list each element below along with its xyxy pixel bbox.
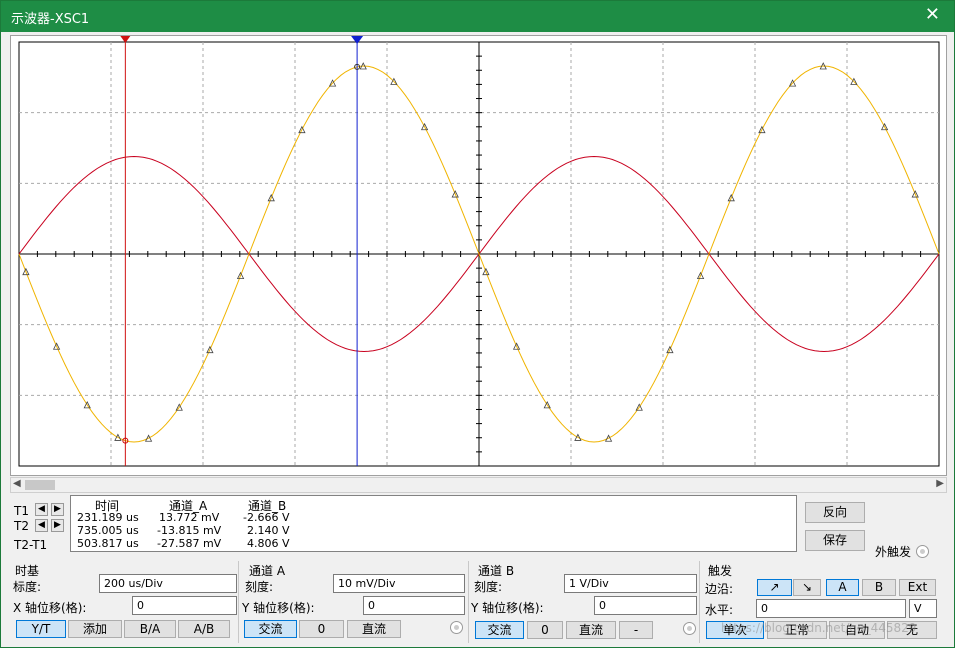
x-position-field[interactable]: 0 xyxy=(132,596,237,615)
cursor-t1-label: T1 xyxy=(14,504,29,518)
trigger-single-button[interactable]: 单次 xyxy=(706,621,764,639)
mode-yt-button[interactable]: Y/T xyxy=(16,620,66,638)
diff-time: 503.817 us xyxy=(77,537,139,550)
channel-a-title: 通道 A xyxy=(249,564,286,578)
mode-ab-button[interactable]: A/B xyxy=(178,620,230,638)
trigger-source-b-button[interactable]: B xyxy=(862,579,896,596)
falling-edge-icon[interactable]: ↘ xyxy=(793,579,821,596)
horizontal-scrollbar[interactable]: ◀ ▶ xyxy=(10,477,947,493)
divider xyxy=(468,561,469,643)
reverse-button[interactable]: 反向 xyxy=(805,502,865,523)
trigger-normal-button[interactable]: 正常 xyxy=(767,621,827,639)
trigger-level-label: 水平: xyxy=(705,603,734,617)
close-icon[interactable]: ✕ xyxy=(925,5,940,25)
channel-b-ypos-field[interactable]: 0 xyxy=(594,596,697,615)
t2-time: 735.005 us xyxy=(77,524,139,537)
channel-b-minus-button[interactable]: - xyxy=(619,621,653,639)
timebase-scale-field[interactable]: 200 us/Div xyxy=(99,574,237,593)
diff-channel-a: -27.587 mV xyxy=(157,537,222,550)
scroll-right-icon[interactable]: ▶ xyxy=(936,478,944,489)
channel-a-radio[interactable] xyxy=(450,621,463,634)
trigger-source-a-button[interactable]: A xyxy=(826,579,859,596)
channel-a-ypos-label: Y 轴位移(格): xyxy=(242,601,315,615)
t1-right-arrow-icon[interactable]: ▶ xyxy=(51,503,64,516)
trigger-level-unit[interactable]: V xyxy=(909,599,937,618)
mode-add-button[interactable]: 添加 xyxy=(68,620,122,638)
ext-trigger-label: 外触发 xyxy=(875,545,912,559)
oscilloscope-window: 示波器-XSC1 ✕ ◀ ▶ T1 T2 T2-T1 ◀ ▶ ◀ ▶ 时间 通道… xyxy=(0,0,955,648)
t1-left-arrow-icon[interactable]: ◀ xyxy=(35,503,48,516)
channel-b-zero-button[interactable]: 0 xyxy=(527,621,563,639)
t2-channel-b: 2.140 V xyxy=(247,524,290,537)
measurement-table: 时间 通道_A 通道_B 231.189 us 13.772 mV -2.666… xyxy=(70,495,797,552)
x-position-label: X 轴位移(格): xyxy=(13,601,87,615)
t2-left-arrow-icon[interactable]: ◀ xyxy=(35,519,48,532)
channel-b-ac-button[interactable]: 交流 xyxy=(475,621,524,639)
timebase-scale-label: 标度: xyxy=(13,580,42,594)
t1-channel-b: -2.666 V xyxy=(243,511,290,524)
channel-b-dc-button[interactable]: 直流 xyxy=(566,621,616,639)
window-title: 示波器-XSC1 xyxy=(11,12,90,27)
channel-b-scale-field[interactable]: 1 V/Div xyxy=(564,574,697,593)
t1-channel-a: 13.772 mV xyxy=(159,511,220,524)
diff-channel-b: 4.806 V xyxy=(247,537,290,550)
channel-b-title: 通道 B xyxy=(478,564,515,578)
channel-b-scale-label: 刻度: xyxy=(474,580,503,594)
divider xyxy=(238,561,239,643)
waveform-display xyxy=(18,36,940,467)
cursor-diff-label: T2-T1 xyxy=(14,538,48,552)
save-button[interactable]: 保存 xyxy=(805,530,865,551)
trigger-edge-label: 边沿: xyxy=(705,582,734,596)
rising-edge-icon[interactable]: ↗ xyxy=(757,579,792,596)
channel-a-ac-button[interactable]: 交流 xyxy=(244,620,297,638)
cursor-t2-label: T2 xyxy=(14,519,29,533)
t1-time: 231.189 us xyxy=(77,511,139,524)
channel-a-zero-button[interactable]: 0 xyxy=(299,620,344,638)
channel-b-ypos-label: Y 轴位移(格): xyxy=(471,601,544,615)
divider xyxy=(699,561,700,643)
channel-a-scale-field[interactable]: 10 mV/Div xyxy=(333,574,465,593)
oscilloscope-screen xyxy=(10,35,947,476)
scroll-left-icon[interactable]: ◀ xyxy=(13,478,21,489)
channel-a-scale-label: 刻度: xyxy=(245,580,274,594)
channel-a-dc-button[interactable]: 直流 xyxy=(347,620,401,638)
t2-channel-a: -13.815 mV xyxy=(157,524,222,537)
trigger-title: 触发 xyxy=(708,564,733,578)
trigger-auto-button[interactable]: 自动 xyxy=(829,621,885,639)
ext-trigger-radio[interactable] xyxy=(916,545,929,558)
mode-ba-button[interactable]: B/A xyxy=(124,620,176,638)
trigger-source-ext-button[interactable]: Ext xyxy=(899,579,936,596)
trigger-level-field[interactable]: 0 xyxy=(756,599,906,618)
t2-right-arrow-icon[interactable]: ▶ xyxy=(51,519,64,532)
scroll-thumb[interactable] xyxy=(25,480,55,490)
timebase-title: 时基 xyxy=(15,564,40,578)
channel-b-radio[interactable] xyxy=(683,622,696,635)
channel-a-ypos-field[interactable]: 0 xyxy=(363,596,465,615)
title-bar: 示波器-XSC1 ✕ xyxy=(1,1,954,32)
trigger-none-button[interactable]: 无 xyxy=(887,621,937,639)
